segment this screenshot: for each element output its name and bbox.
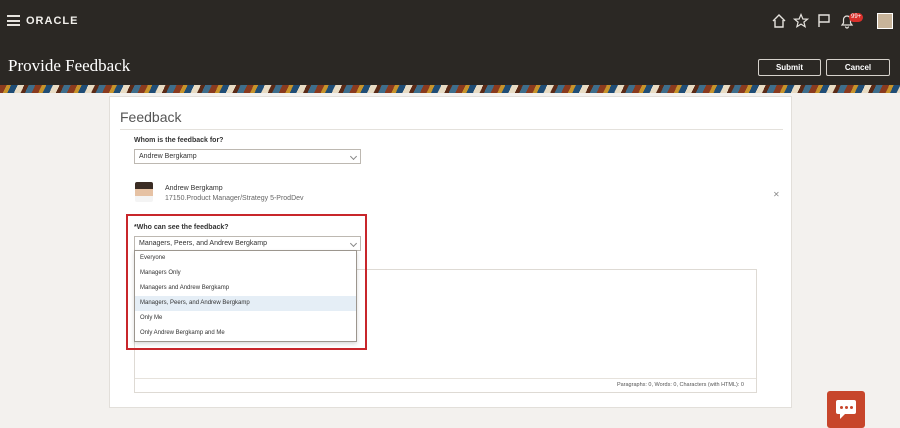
- editor-stats: Paragraphs: 0, Words: 0, Characters (wit…: [616, 382, 744, 388]
- star-icon[interactable]: [792, 12, 810, 30]
- chat-icon: [836, 400, 856, 419]
- section-title: Feedback: [120, 109, 182, 125]
- decorative-banner: [0, 85, 900, 93]
- title-band: Provide Feedback Submit Cancel: [0, 45, 900, 85]
- person-name: Andrew Bergkamp: [165, 185, 223, 192]
- whom-select[interactable]: Andrew Bergkamp: [134, 149, 361, 164]
- chevron-down-icon: [349, 152, 358, 161]
- person-photo: [135, 182, 153, 202]
- oracle-logo[interactable]: ORACLE: [26, 15, 78, 27]
- hamburger-menu-icon[interactable]: [7, 15, 20, 26]
- page-title: Provide Feedback: [8, 56, 131, 75]
- home-icon[interactable]: [770, 12, 788, 30]
- chat-button[interactable]: [827, 391, 865, 428]
- global-header: ORACLE 99+: [0, 0, 900, 45]
- highlight-annotation: [126, 214, 367, 350]
- person-role: 17150.Product Manager/Strategy 5-ProdDev: [165, 195, 304, 202]
- submit-button[interactable]: Submit: [758, 59, 821, 76]
- notification-badge: 99+: [849, 13, 864, 22]
- flag-icon[interactable]: [815, 12, 833, 30]
- section-divider: [120, 129, 783, 130]
- user-avatar[interactable]: [877, 13, 893, 29]
- close-icon[interactable]: ✕: [773, 190, 780, 199]
- editor-footer: Paragraphs: 0, Words: 0, Characters (wit…: [135, 378, 756, 392]
- whom-label: Whom is the feedback for?: [134, 137, 224, 144]
- whom-select-value: Andrew Bergkamp: [139, 153, 197, 160]
- cancel-button[interactable]: Cancel: [826, 59, 890, 76]
